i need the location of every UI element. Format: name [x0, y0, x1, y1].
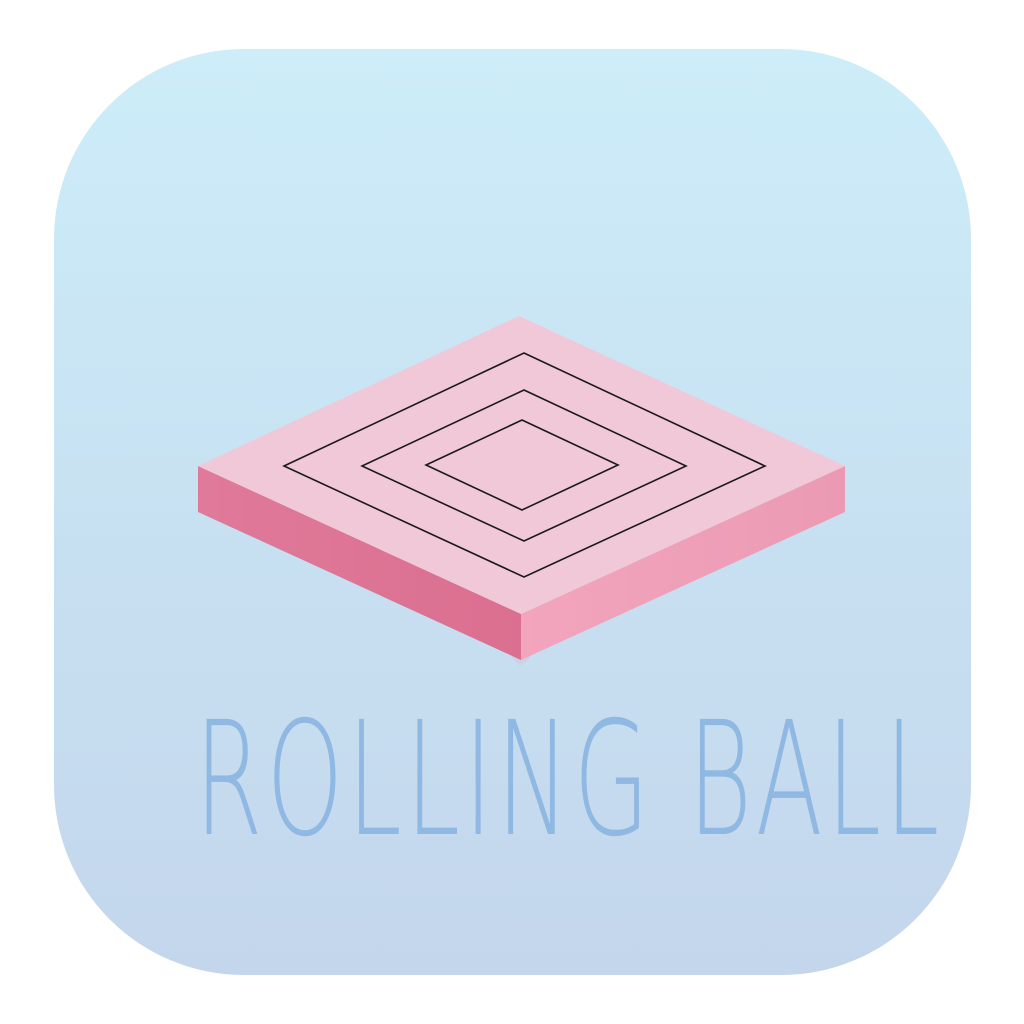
tile-top-face	[198, 316, 845, 614]
app-title: ROLLING BALL	[194, 688, 944, 872]
